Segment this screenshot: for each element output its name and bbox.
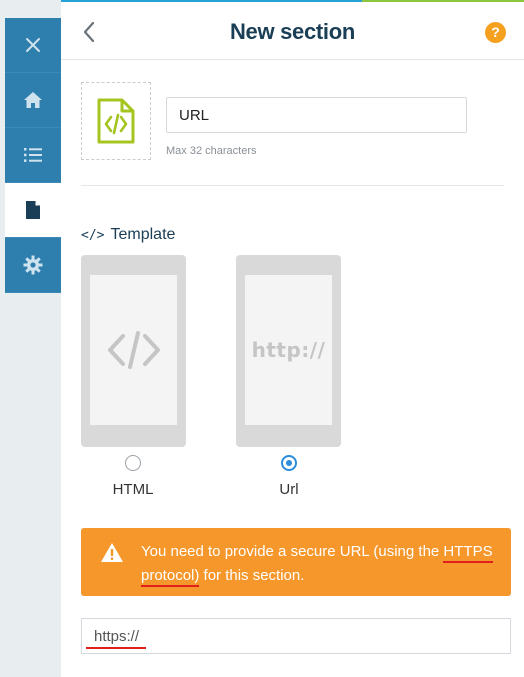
template-preview-html	[90, 275, 177, 425]
url-preview-text: http://	[251, 338, 326, 362]
radio-label-html[interactable]: HTML	[93, 481, 173, 498]
https-warning-alert: You need to provide a secure URL (using …	[81, 528, 511, 596]
alert-message: You need to provide a secure URL (using …	[141, 540, 501, 588]
code-icon	[107, 331, 160, 369]
divider	[81, 185, 504, 186]
help-button[interactable]: ?	[485, 22, 506, 43]
close-icon	[26, 38, 40, 52]
code-file-icon	[97, 98, 135, 144]
template-option-html[interactable]	[81, 255, 186, 447]
sidebar-item-home[interactable]	[5, 73, 61, 128]
section-name-hint: Max 32 characters	[166, 145, 257, 157]
code-icon: </>	[81, 227, 105, 243]
section-name-input[interactable]	[166, 97, 467, 133]
sidebar-item-document[interactable]	[5, 183, 61, 238]
radio-html[interactable]	[125, 455, 141, 471]
sidebar-item-close[interactable]	[5, 18, 61, 73]
template-option-url[interactable]: http://	[236, 255, 341, 447]
template-preview-url: http://	[245, 275, 332, 425]
radio-url[interactable]	[281, 455, 297, 471]
document-icon	[26, 201, 40, 219]
home-icon	[24, 92, 42, 108]
alert-text-after: for this section.	[199, 567, 305, 584]
sidebar-item-list[interactable]	[5, 128, 61, 183]
list-icon	[24, 148, 42, 162]
panel-header: New section ?	[61, 2, 524, 60]
gear-icon	[23, 255, 43, 275]
template-heading-label: Template	[110, 226, 176, 243]
new-section-panel: New section ? Max 32 characters </> Temp…	[61, 0, 524, 677]
template-heading: </> Template	[81, 226, 175, 244]
alert-text-before: You need to provide a secure URL (using …	[141, 543, 444, 560]
section-icon-picker[interactable]	[81, 82, 151, 160]
url-annotation-underline	[86, 647, 146, 649]
warning-icon	[101, 543, 123, 562]
sidebar-item-settings[interactable]	[5, 238, 61, 293]
page-title: New section	[229, 19, 356, 44]
radio-label-url[interactable]: Url	[249, 481, 329, 498]
sidebar	[5, 18, 61, 293]
